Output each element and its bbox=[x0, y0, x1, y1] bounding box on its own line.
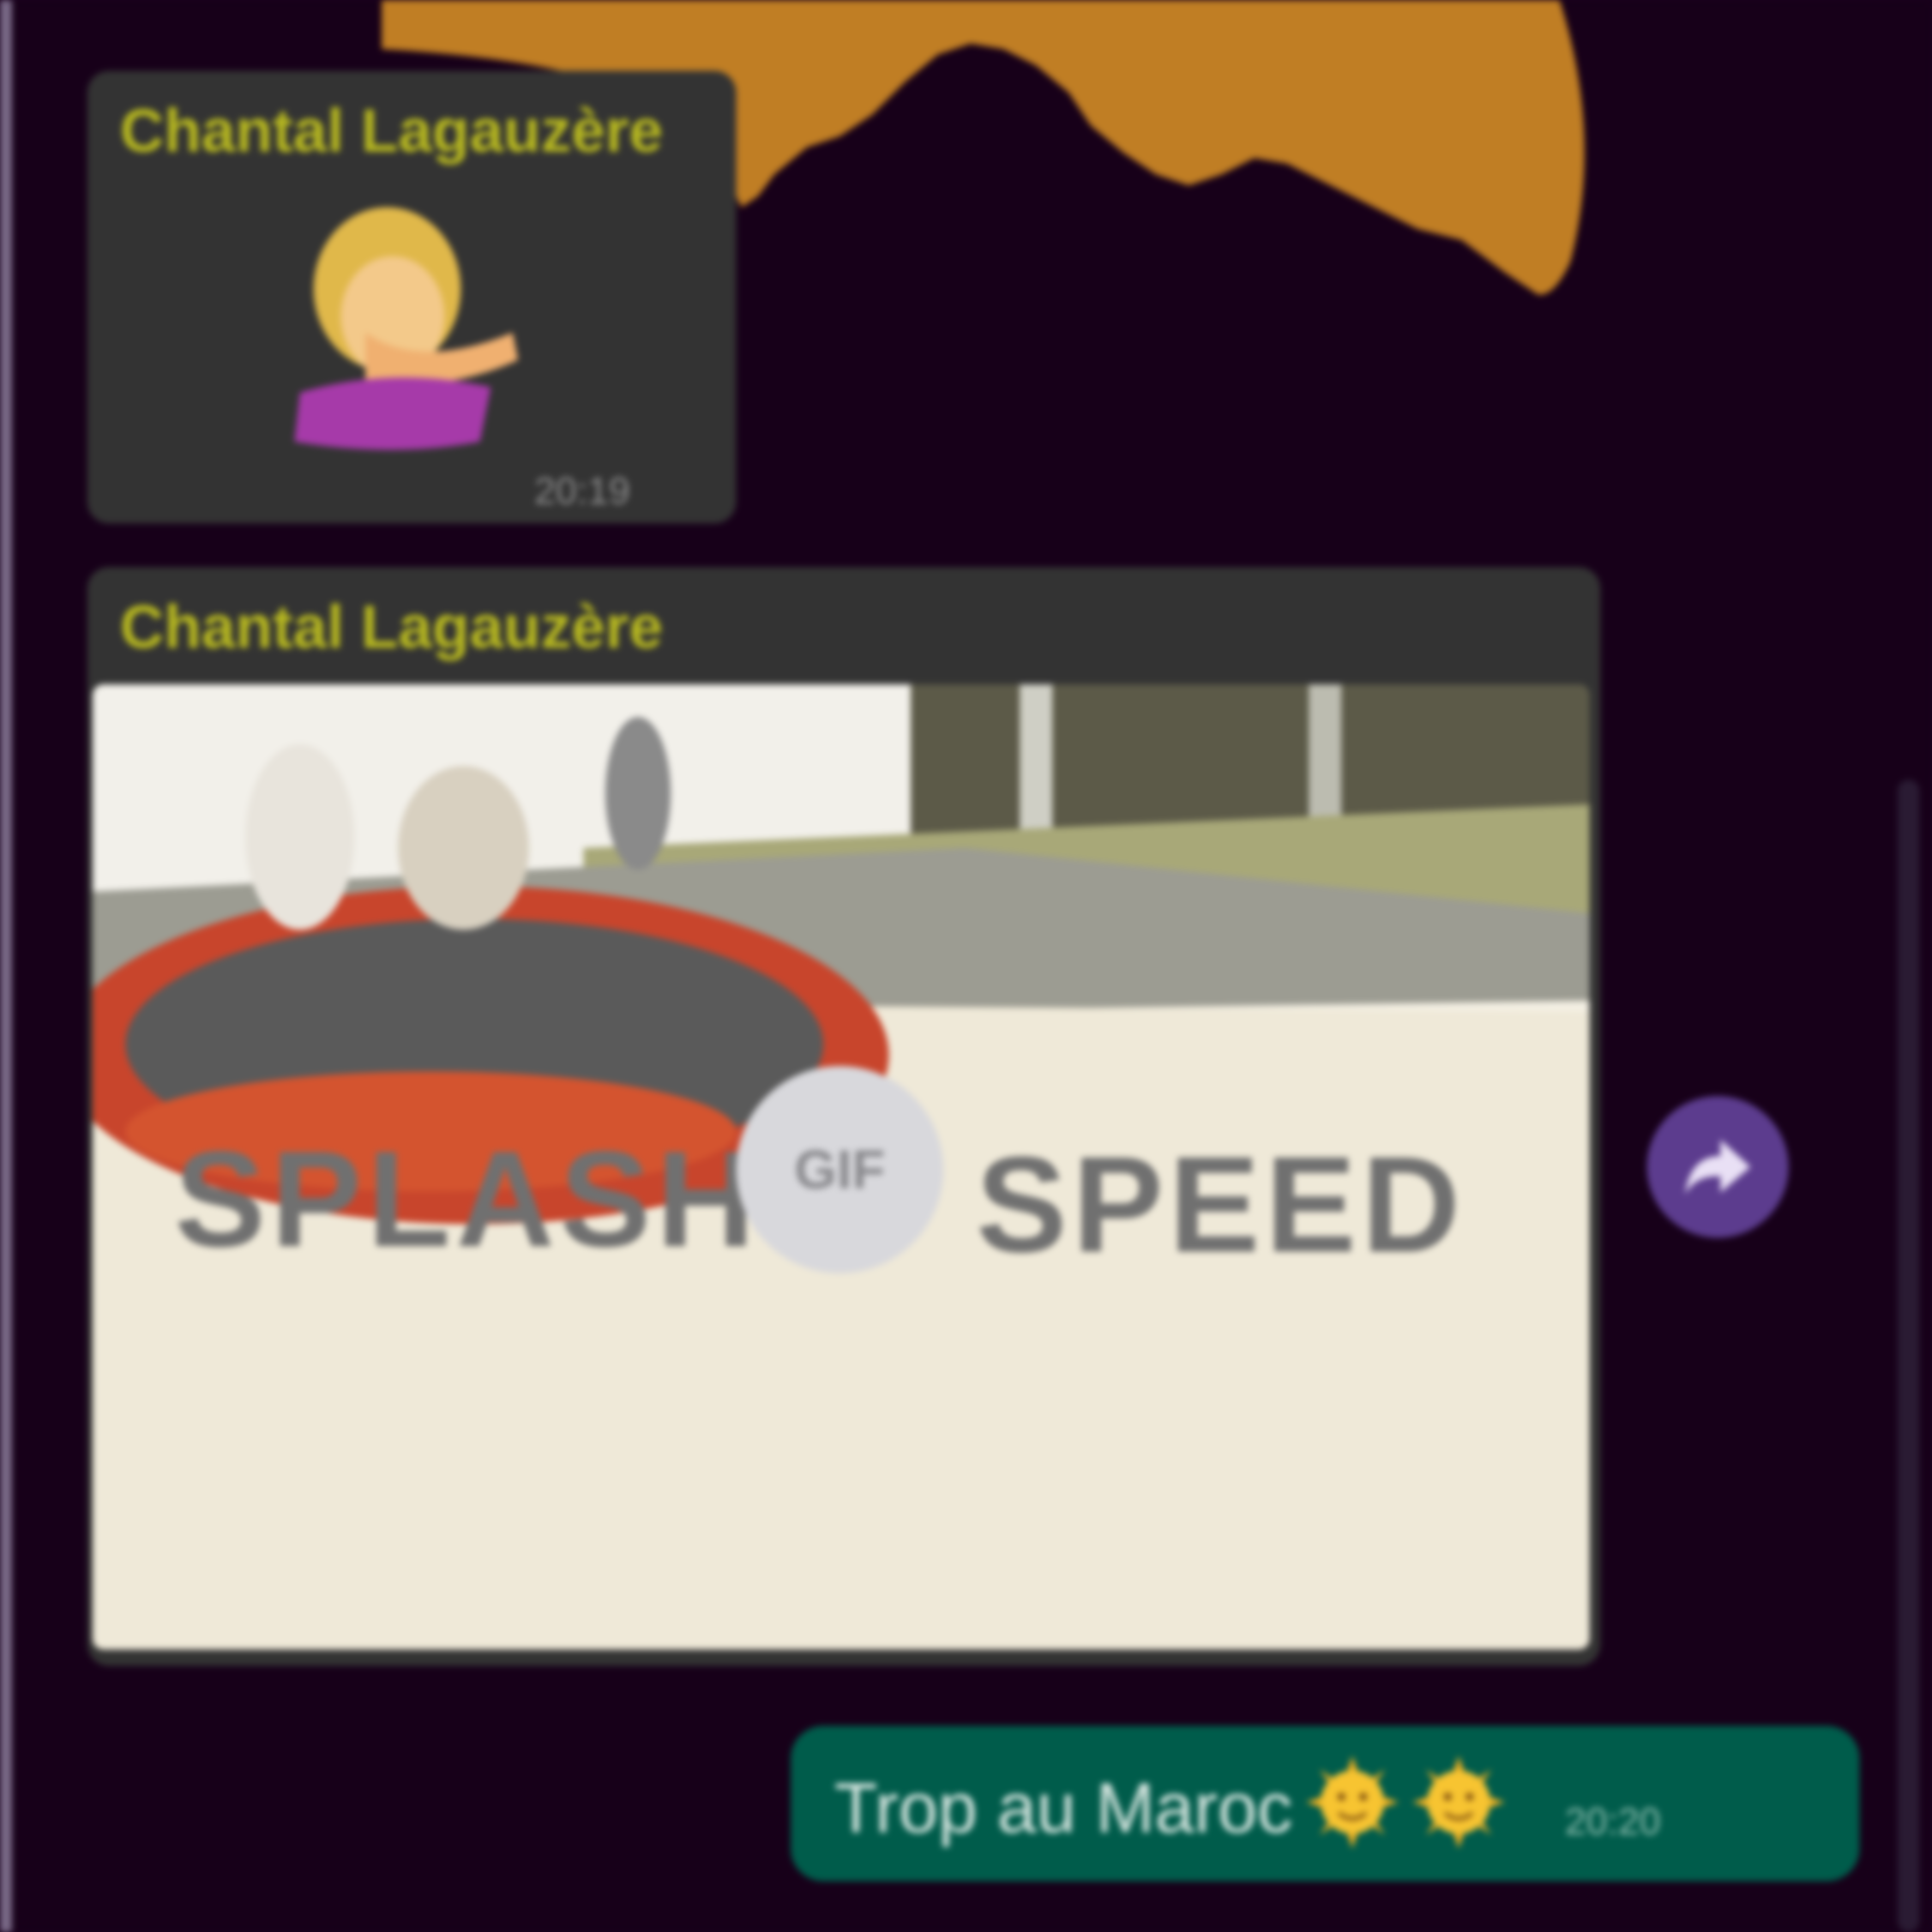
sender-name[interactable]: Chantal Lagauzère bbox=[120, 592, 663, 662]
sender-name[interactable]: Chantal Lagauzère bbox=[120, 95, 663, 166]
sun-face-icon bbox=[1306, 1756, 1399, 1849]
message-time: 20:19 bbox=[534, 470, 630, 512]
sun-face-icon bbox=[1412, 1756, 1505, 1849]
outgoing-message-text: Trop au Maroc bbox=[834, 1768, 1293, 1847]
forward-arrow-icon bbox=[1685, 1140, 1750, 1194]
chat-screen: Chantal Lagauzère 20:19 Chantal Lagauzèr… bbox=[0, 0, 1932, 1932]
forward-button[interactable] bbox=[1647, 1096, 1789, 1238]
scrollbar[interactable] bbox=[1898, 780, 1919, 1932]
sticker-image[interactable] bbox=[284, 196, 545, 453]
gif-play-badge[interactable]: GIF bbox=[736, 1066, 943, 1273]
gif-watermark-right: SPEED bbox=[976, 1128, 1466, 1280]
gif-watermark-left: SPLASH bbox=[174, 1123, 761, 1275]
message-time: 20:20 bbox=[1565, 1800, 1661, 1843]
